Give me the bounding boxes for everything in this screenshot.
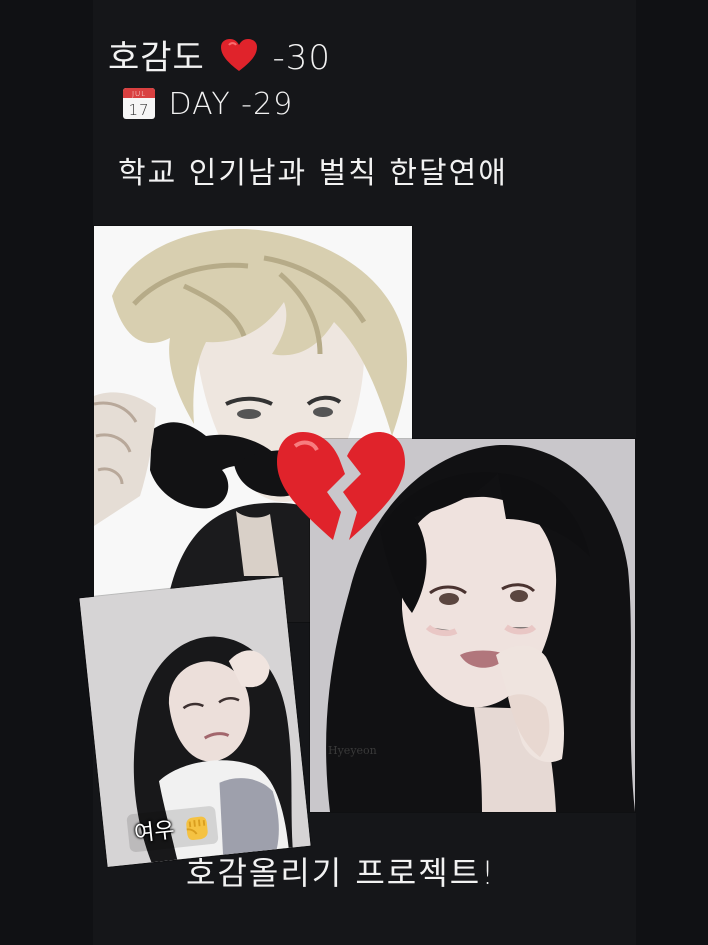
project-title: 호감올리기 프로젝트! xyxy=(186,854,496,892)
right-dark-margin xyxy=(636,0,708,945)
day-counter-line: JUL 17 DAY -29 xyxy=(122,86,293,122)
broken-heart-icon xyxy=(275,428,407,552)
calendar-date: 17 xyxy=(128,101,149,119)
fist-icon xyxy=(180,814,212,842)
affinity-line: 호감도 -30 xyxy=(108,30,331,79)
fox-caption-text: 여우 xyxy=(133,817,176,847)
left-dark-margin xyxy=(0,0,93,945)
woman-signature: Hyeyeon xyxy=(328,744,377,757)
red-heart-icon xyxy=(219,37,259,73)
calendar-icon: JUL 17 xyxy=(122,86,156,120)
affinity-label: 호감도 xyxy=(108,38,205,78)
calendar-month: JUL xyxy=(132,90,146,98)
day-label: DAY -29 xyxy=(168,87,294,122)
page-title: 학교 인기남과 벌칙 한달연애 xyxy=(118,156,508,191)
affinity-value: -30 xyxy=(272,38,332,78)
